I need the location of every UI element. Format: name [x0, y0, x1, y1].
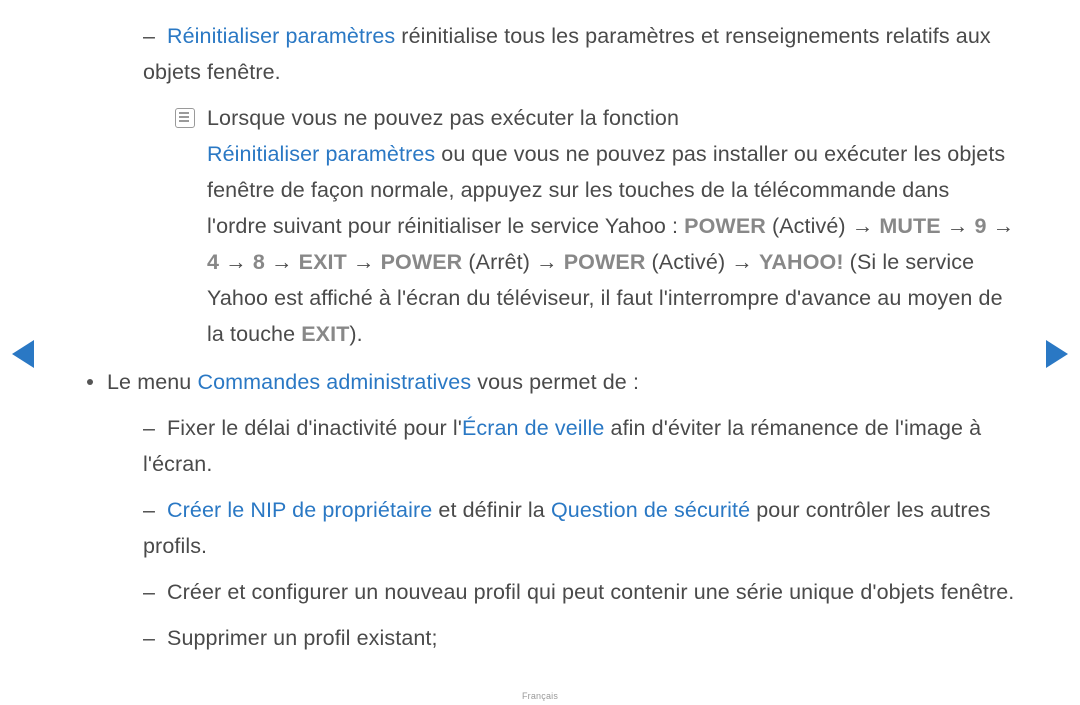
reset-parameters-item: –Réinitialiser paramètres réinitialise t…	[65, 18, 1015, 90]
admin-sub-screensaver: –Fixer le délai d'inactivité pour l'Écra…	[65, 410, 1015, 482]
note-text: Lorsque vous ne pouvez pas exécuter la f…	[207, 100, 1015, 352]
bullet-icon	[87, 379, 93, 385]
admin-sub-delete-profile: –Supprimer un profil existant;	[65, 620, 1015, 656]
page-language-footer: Français	[0, 691, 1080, 701]
admin-menu-item: Le menu Commandes administratives vous p…	[65, 364, 1015, 400]
admin-sub-pin: –Créer le NIP de propriétaire et définir…	[65, 492, 1015, 564]
prev-page-arrow[interactable]	[12, 340, 34, 368]
next-page-arrow[interactable]	[1046, 340, 1068, 368]
reset-parameters-label: Réinitialiser paramètres	[167, 24, 395, 48]
note-block: Lorsque vous ne pouvez pas exécuter la f…	[65, 100, 1015, 352]
page-content: –Réinitialiser paramètres réinitialise t…	[65, 18, 1015, 656]
admin-commands-label: Commandes administratives	[197, 370, 471, 394]
admin-sub-create-profile: –Créer et configurer un nouveau profil q…	[65, 574, 1015, 610]
note-icon	[175, 108, 195, 128]
